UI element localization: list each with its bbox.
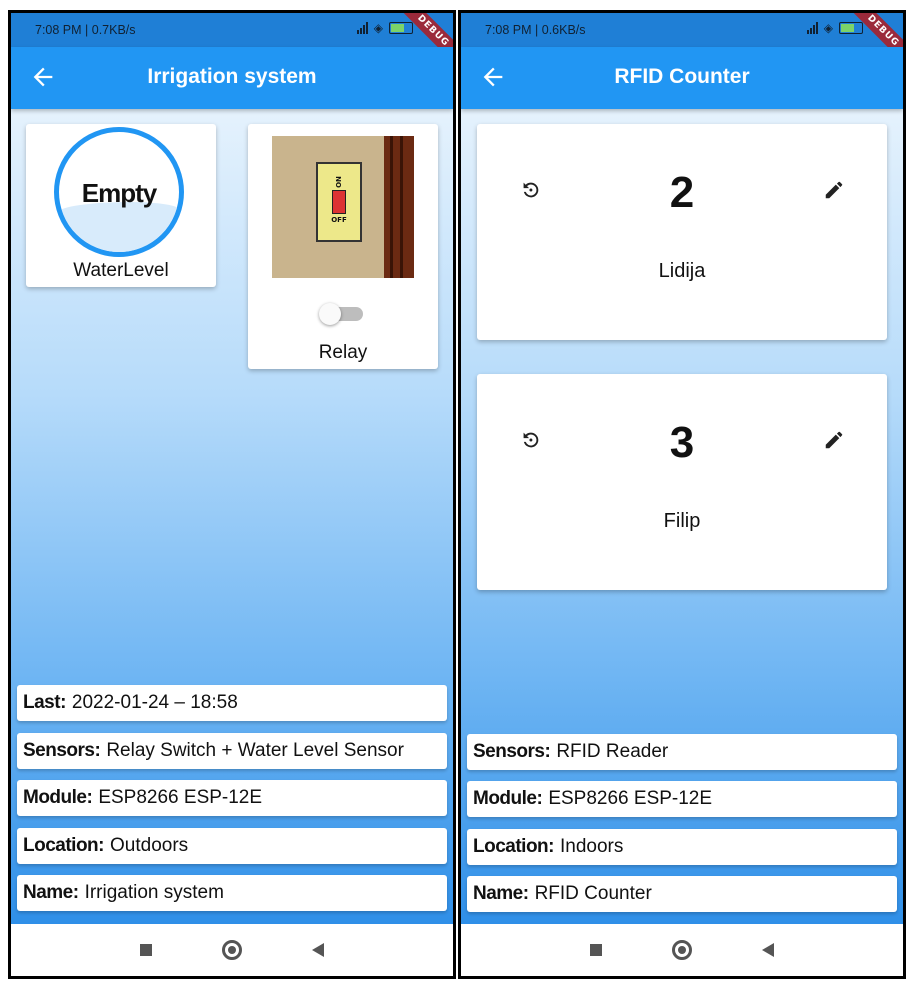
switch-plate: ON OFF: [316, 162, 362, 242]
nav-bar: [461, 924, 903, 976]
nav-bar: [11, 924, 453, 976]
info-value: Irrigation system: [84, 882, 224, 903]
counter-name: Lidija: [658, 260, 706, 282]
info-key: Last:: [23, 692, 66, 713]
relay-toggle-knob[interactable]: [319, 303, 341, 325]
switch-off-text: OFF: [331, 216, 347, 224]
edit-icon[interactable]: [823, 429, 845, 451]
relay-toggle[interactable]: [319, 303, 363, 325]
signal-icon: [356, 22, 368, 34]
wifi-icon: ◈: [373, 21, 383, 35]
info-key: Name:: [23, 882, 79, 903]
info-value: RFID Counter: [534, 883, 652, 904]
page-title: RFID Counter: [614, 65, 750, 88]
info-name: Name: RFID Counter: [467, 876, 897, 912]
home-icon[interactable]: [672, 940, 692, 960]
page-title: Irrigation system: [147, 65, 317, 88]
waterlevel-gauge: Empty: [54, 127, 184, 257]
nav-back-icon[interactable]: [762, 943, 774, 957]
status-icons: ◈: [806, 21, 863, 35]
signal-icon: [806, 22, 818, 34]
info-name: Name: Irrigation system: [17, 875, 447, 911]
status-time: 7:08 PM | 0.6KB/s: [485, 23, 586, 37]
switch-lever: [332, 190, 346, 214]
nav-back-icon[interactable]: [312, 943, 324, 957]
info-last: Last: 2022-01-24 – 18:58: [17, 685, 447, 721]
info-value: Outdoors: [110, 835, 189, 856]
relay-label: Relay: [318, 342, 368, 363]
info-key: Location:: [473, 836, 555, 857]
status-icons: ◈: [356, 21, 413, 35]
recents-icon[interactable]: [140, 944, 152, 956]
wifi-icon: ◈: [823, 21, 833, 35]
relay-card[interactable]: ON OFF Relay: [248, 124, 438, 369]
rfid-screen: 7:08 PM | 0.6KB/s ◈ DEBUG RFID Counter 2…: [458, 10, 906, 979]
info-key: Module:: [23, 787, 93, 808]
info-location: Location: Indoors: [467, 829, 897, 865]
edit-icon[interactable]: [823, 179, 845, 201]
status-bar: 7:08 PM | 0.7KB/s ◈ DEBUG: [11, 13, 453, 70]
waterlevel-value: Empty: [81, 178, 157, 208]
waterlevel-label: WaterLevel: [73, 260, 169, 281]
recents-icon[interactable]: [590, 944, 602, 956]
app-bar: Irrigation system: [11, 47, 453, 109]
app-bar: RFID Counter: [461, 47, 903, 109]
info-key: Name:: [473, 883, 529, 904]
info-sensors: Sensors: Relay Switch + Water Level Senso…: [17, 733, 447, 769]
battery-icon: [839, 22, 863, 34]
info-key: Location:: [23, 835, 105, 856]
status-bar: 7:08 PM | 0.6KB/s ◈ DEBUG: [461, 13, 903, 70]
battery-icon: [389, 22, 413, 34]
info-value: ESP8266 ESP-12E: [548, 788, 713, 809]
status-time: 7:08 PM | 0.7KB/s: [35, 23, 136, 37]
info-value: Relay Switch + Water Level Sensor: [106, 740, 404, 761]
info-value: RFID Reader: [556, 741, 669, 762]
info-location: Location: Outdoors: [17, 828, 447, 864]
counter-name: Filip: [663, 510, 701, 532]
info-value: Indoors: [560, 836, 624, 857]
home-icon[interactable]: [222, 940, 242, 960]
info-key: Sensors:: [23, 740, 101, 761]
info-key: Sensors:: [473, 741, 551, 762]
irrigation-screen: 7:08 PM | 0.7KB/s ◈ DEBUG Irrigation sys…: [8, 10, 456, 979]
info-sensors: Sensors: RFID Reader: [467, 734, 897, 770]
water-fill: [59, 201, 179, 252]
counter-card: 2 Lidija: [477, 124, 887, 340]
info-module: Module: ESP8266 ESP-12E: [17, 780, 447, 816]
info-value: ESP8266 ESP-12E: [98, 787, 263, 808]
content-area: 2 Lidija 3 Filip Sensors: RFID Reader Mod…: [461, 109, 903, 924]
light-switch-image: ON OFF: [272, 136, 414, 278]
info-value: 2022-01-24 – 18:58: [71, 692, 238, 713]
info-key: Module:: [473, 788, 543, 809]
content-area: Empty WaterLevel ON OFF Relay Last: 2022-…: [11, 109, 453, 924]
door-frame: [384, 136, 414, 278]
waterlevel-card[interactable]: Empty WaterLevel: [26, 124, 216, 287]
info-module: Module: ESP8266 ESP-12E: [467, 781, 897, 817]
counter-card: 3 Filip: [477, 374, 887, 590]
